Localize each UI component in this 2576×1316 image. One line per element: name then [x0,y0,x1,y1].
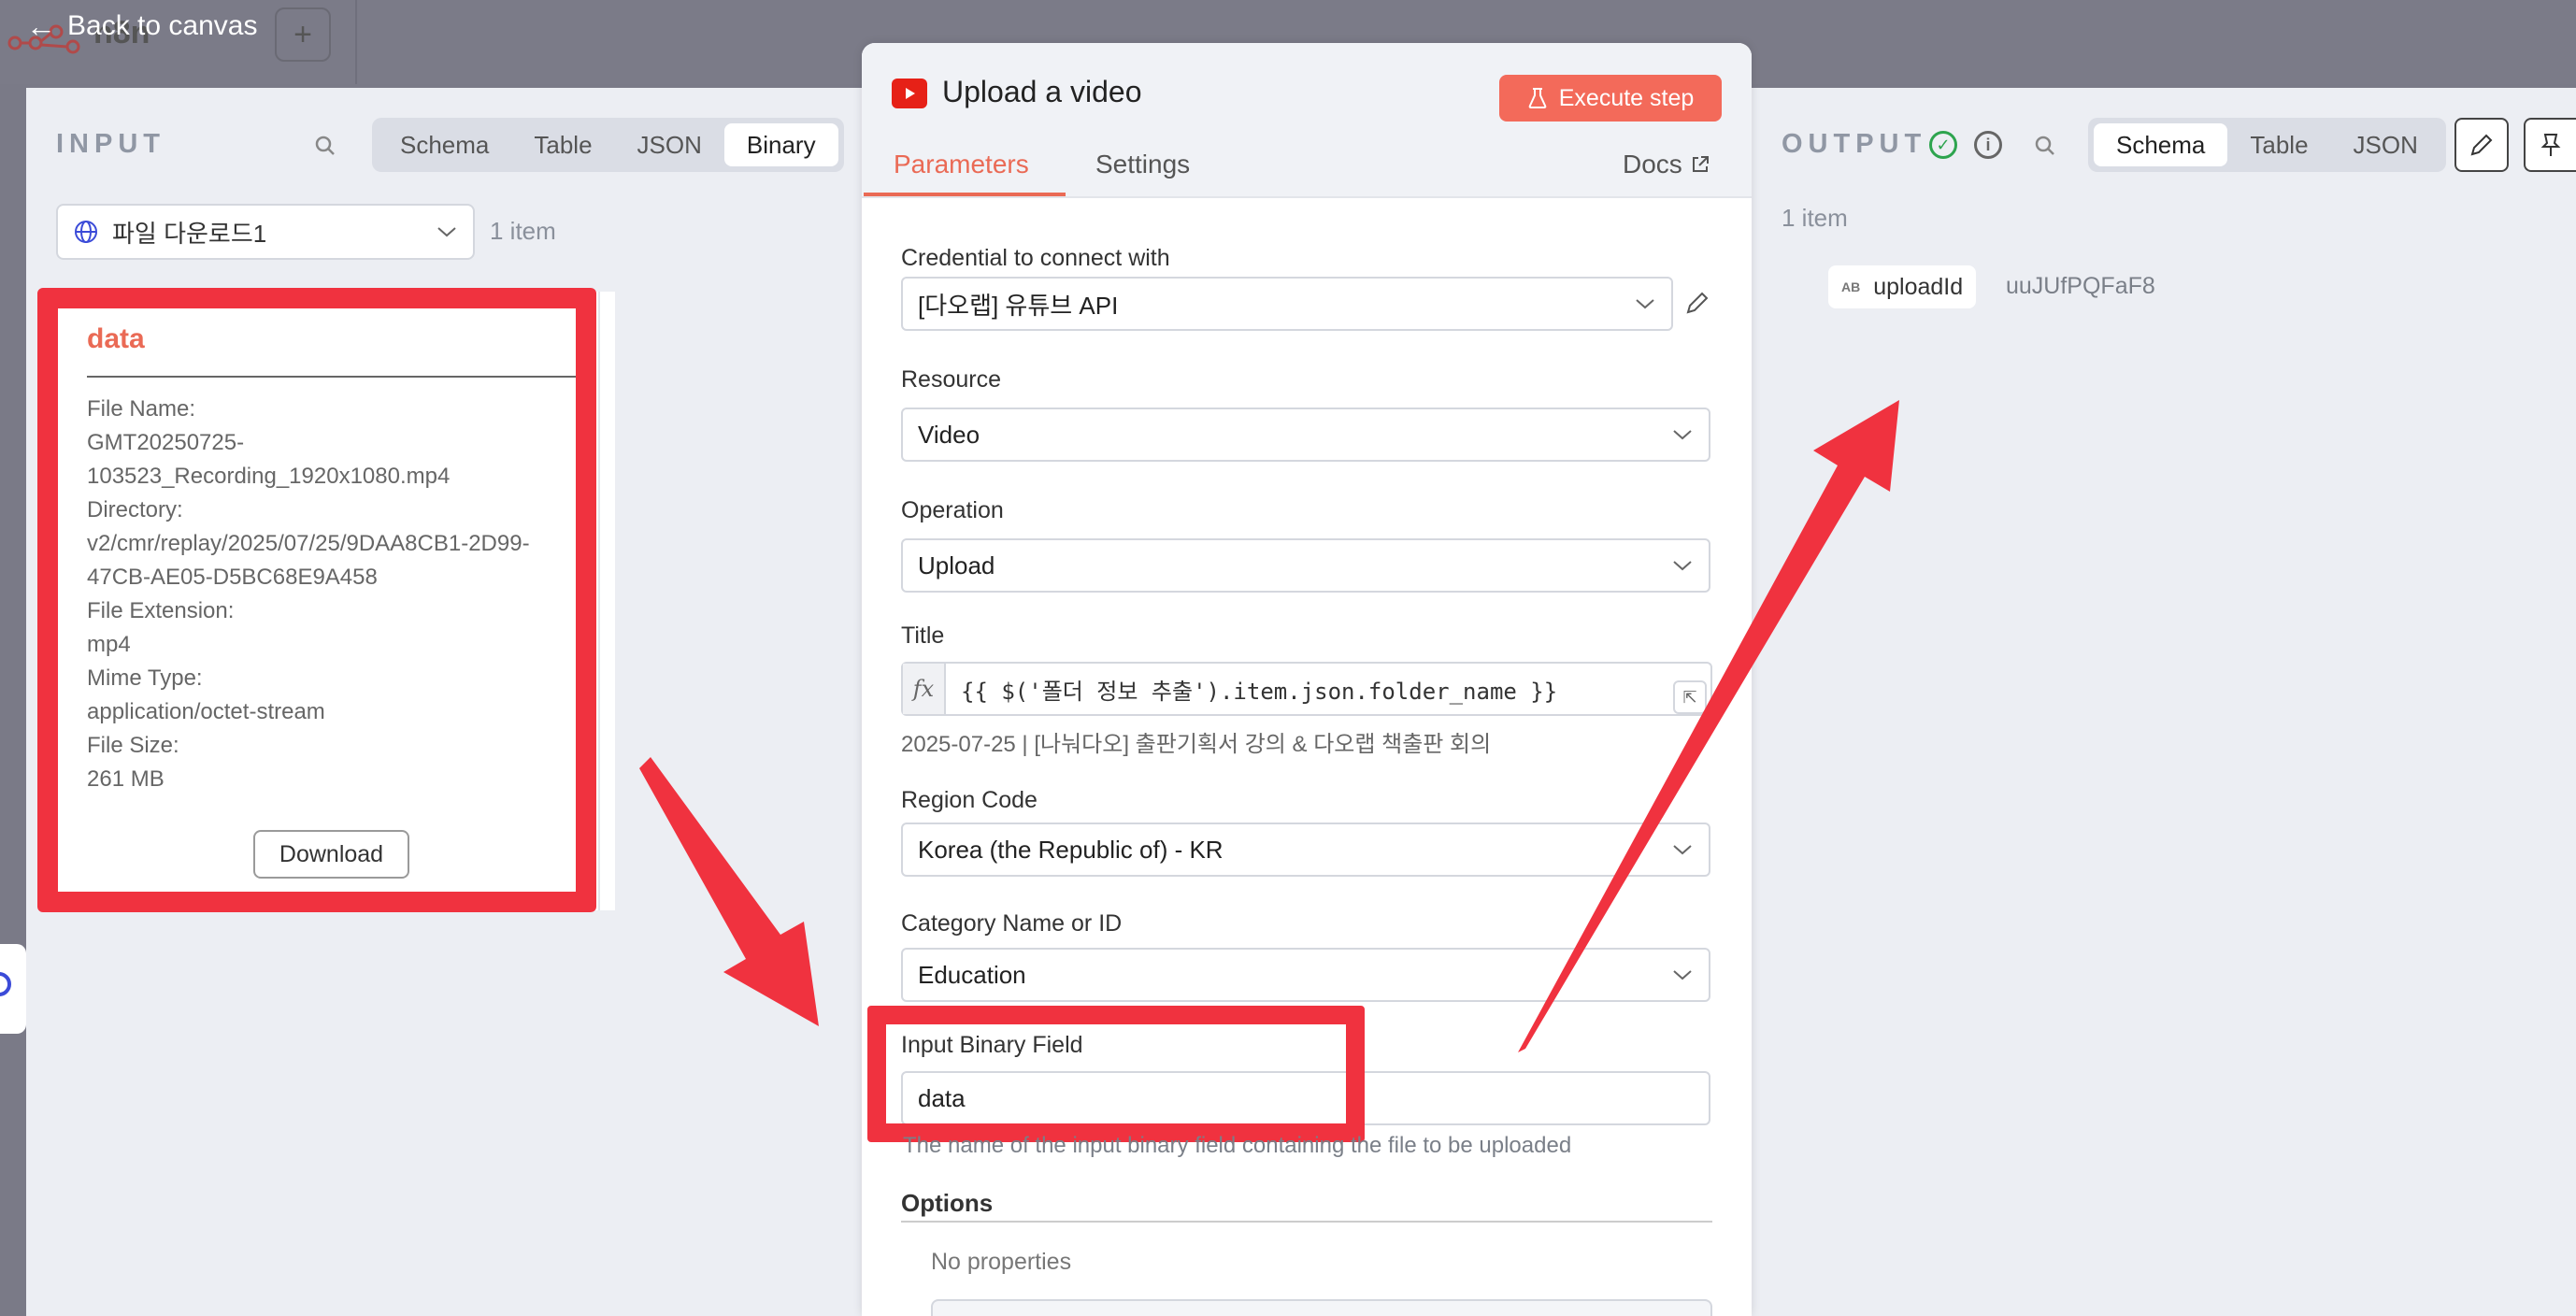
annotation-arrow-to-output [1518,400,1899,1052]
annotation-arrows [639,400,1899,1052]
annotation-arrow-to-binary-field [639,757,819,1026]
